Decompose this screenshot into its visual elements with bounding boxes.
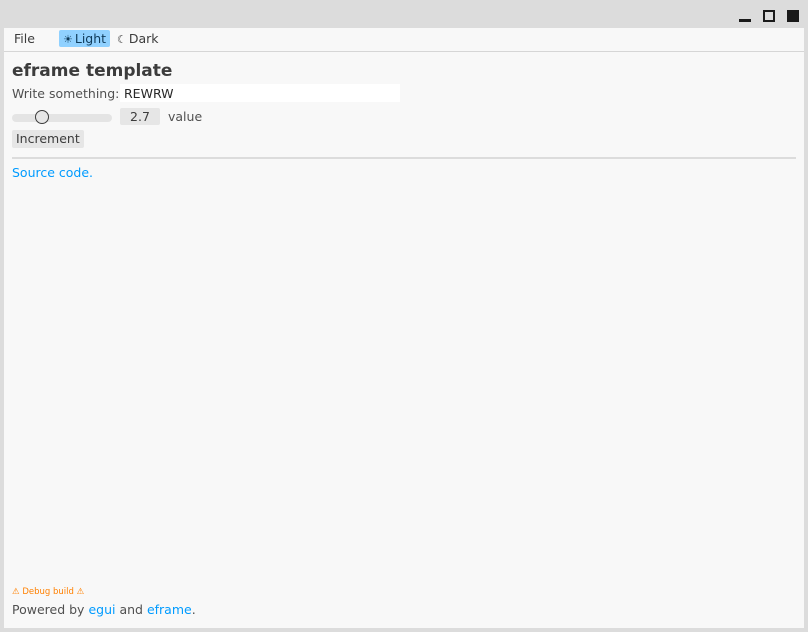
page-title: eframe template (12, 61, 173, 81)
source-row: Source code. (12, 164, 796, 182)
theme-dark-label: Dark (128, 31, 159, 46)
increment-row: Increment (12, 130, 796, 151)
window-controls (738, 8, 800, 24)
text-input[interactable] (120, 84, 400, 102)
debug-warning: ⚠ Debug build ⚠ (12, 587, 85, 597)
menu-bar: File ☀ Light ☾ Dark (4, 28, 804, 52)
and-text: and (115, 602, 147, 617)
slider-label: value (168, 109, 203, 124)
slider-track (12, 114, 112, 122)
powered-by-line: Powered by egui and eframe. (12, 602, 196, 618)
central-panel: eframe template Write something: 2.7 val… (12, 60, 796, 182)
file-menu[interactable]: File (11, 30, 38, 47)
input-label: Write something: (12, 86, 120, 101)
egui-link[interactable]: egui (88, 602, 115, 617)
source-code-link[interactable]: Source code. (12, 165, 93, 180)
close-icon[interactable] (786, 9, 800, 23)
theme-light-label: Light (74, 31, 107, 46)
period-text: . (191, 602, 196, 617)
maximize-icon[interactable] (762, 9, 776, 23)
theme-light-button[interactable]: ☀ Light (59, 30, 111, 47)
slider-row: 2.7 value (12, 107, 796, 128)
slider-value-box[interactable]: 2.7 (120, 108, 160, 125)
eframe-link[interactable]: eframe (147, 602, 192, 617)
separator (12, 157, 796, 159)
sun-icon: ☀ (63, 33, 73, 46)
app-window: File ☀ Light ☾ Dark eframe template Write … (4, 28, 804, 628)
increment-button[interactable]: Increment (12, 130, 84, 148)
text-input-row: Write something: (12, 84, 796, 105)
theme-dark-button[interactable]: ☾ Dark (114, 30, 162, 47)
value-slider[interactable] (12, 109, 112, 125)
powered-by-text: Powered by (12, 602, 89, 617)
minimize-icon[interactable] (738, 9, 752, 23)
footer: ⚠ Debug build ⚠ Powered by egui and efra… (12, 586, 196, 618)
moon-icon: ☾ (117, 33, 127, 46)
